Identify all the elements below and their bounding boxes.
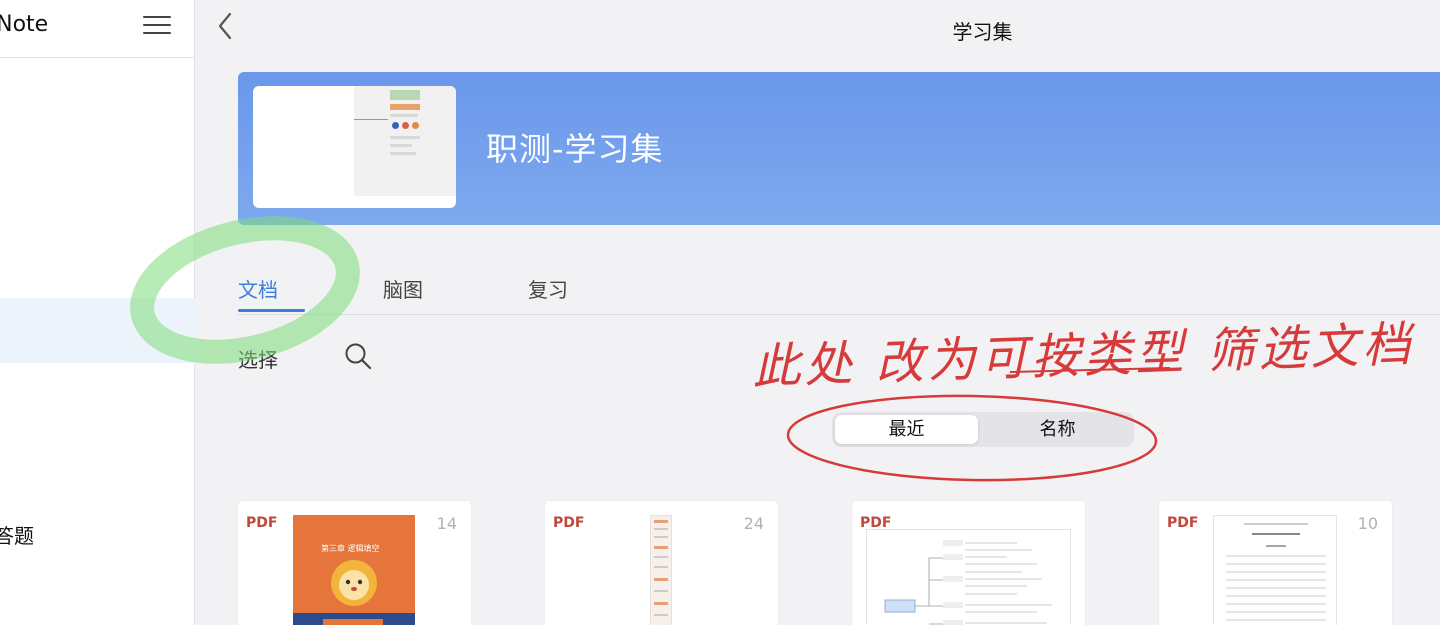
app-title: iNote: [0, 12, 49, 37]
pdf-badge: PDF: [246, 515, 278, 531]
page-count: 14: [436, 514, 457, 533]
pdf-badge: PDF: [553, 515, 585, 531]
menu-icon[interactable]: [143, 14, 173, 36]
document-thumbnail: 第三章 逻辑填空: [293, 515, 415, 625]
document-card[interactable]: PDF: [852, 501, 1085, 625]
collection-cover-thumbnail[interactable]: [253, 86, 456, 208]
active-tab-indicator: [238, 309, 305, 312]
thumbnail-title: 第三章 逻辑填空: [321, 544, 380, 553]
collection-title: 职测-学习集: [486, 130, 664, 168]
handwritten-annotation: 此处 改为可按类型 筛选文档: [751, 316, 1416, 396]
collection-banner: 职测-学习集: [238, 72, 1440, 225]
sidebar: iNote 答题: [0, 0, 195, 625]
tabs-divider: [238, 314, 1440, 315]
document-card[interactable]: PDF 24: [545, 501, 778, 625]
document-thumbnail: [650, 515, 672, 625]
sort-segmented-control: 最近 名称: [832, 412, 1134, 447]
sidebar-divider: [0, 57, 195, 58]
page-count: 24: [743, 514, 764, 533]
pdf-badge: PDF: [1167, 515, 1199, 531]
document-card[interactable]: PDF 10: [1159, 501, 1392, 625]
tab-documents[interactable]: 文档: [238, 274, 278, 303]
sidebar-item-label[interactable]: 答题: [0, 520, 34, 549]
sort-recent-button[interactable]: 最近: [835, 415, 978, 444]
document-thumbnail: [866, 529, 1071, 625]
sort-name-button[interactable]: 名称: [986, 415, 1129, 444]
page-count: 10: [1357, 514, 1378, 533]
page-title: 学习集: [952, 20, 1013, 44]
back-chevron-icon[interactable]: [214, 12, 238, 40]
document-thumbnail: [1213, 515, 1337, 625]
tab-mindmap[interactable]: 脑图: [383, 274, 423, 303]
select-button[interactable]: 选择: [238, 344, 278, 373]
search-icon[interactable]: [343, 341, 373, 371]
sidebar-item-selected[interactable]: [0, 298, 195, 363]
tab-review[interactable]: 复习: [528, 274, 568, 303]
document-card[interactable]: PDF 14 第三章 逻辑填空: [238, 501, 471, 625]
